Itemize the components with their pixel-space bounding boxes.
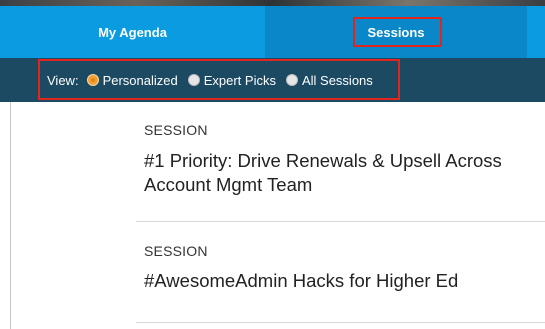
view-label: View: <box>47 72 79 88</box>
radio-expert-picks[interactable]: Expert Picks <box>187 72 276 88</box>
radio-unselected-icon[interactable] <box>187 74 200 86</box>
session-title[interactable]: #AwesomeAdmin Hacks for Higher Ed <box>144 269 545 293</box>
view-filter-bar: View: Personalized Expert Picks All Sess… <box>0 58 545 102</box>
tab-sessions-label: Sessions <box>367 24 425 40</box>
radio-all-sessions-label: All Sessions <box>301 72 373 88</box>
radio-personalized[interactable]: Personalized <box>86 72 178 88</box>
radio-unselected-icon[interactable] <box>285 74 298 86</box>
tab-sessions[interactable]: Sessions <box>265 6 527 58</box>
session-list-item[interactable]: SESSION #AwesomeAdmin Hacks for Higher E… <box>136 222 545 323</box>
tab-my-agenda-label: My Agenda <box>98 24 167 40</box>
session-type-label: SESSION <box>144 122 208 138</box>
tab-bar-edge <box>527 6 545 58</box>
radio-all-sessions[interactable]: All Sessions <box>285 72 373 88</box>
session-type-label: SESSION <box>144 243 208 259</box>
radio-selected-icon[interactable] <box>86 74 99 86</box>
radio-expert-picks-label: Expert Picks <box>203 72 276 88</box>
left-divider <box>10 102 11 329</box>
tab-my-agenda[interactable]: My Agenda <box>0 6 265 58</box>
tab-bar: My Agenda Sessions <box>0 6 545 58</box>
session-list-item[interactable]: SESSION #1 Priority: Drive Renewals & Up… <box>136 102 545 222</box>
radio-personalized-label: Personalized <box>102 72 178 88</box>
session-title[interactable]: #1 Priority: Drive Renewals & Upsell Acr… <box>144 149 545 197</box>
